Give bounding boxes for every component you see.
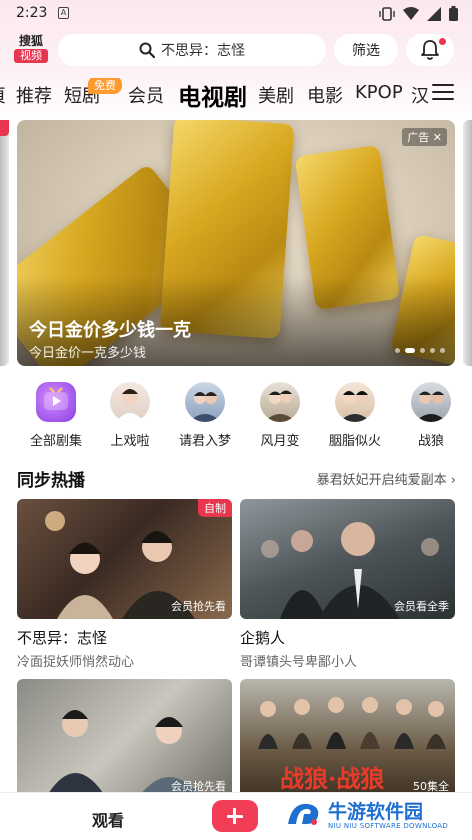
category-zhanlang[interactable]: 战狼: [397, 382, 465, 449]
video-card[interactable]: 自制 会员抢先看 不思异：志怪 冷面捉妖师悄然动心: [17, 499, 232, 670]
section-title: 同步热播: [17, 471, 85, 491]
tv-icon: [36, 382, 76, 422]
video-thumbnail: 战狼·战狼 50集全: [240, 679, 455, 799]
avatar: [110, 382, 150, 422]
category-label: 请君入梦: [178, 434, 231, 449]
status-time: 2:23: [16, 5, 48, 21]
category-qingjun[interactable]: 请君入梦: [171, 382, 239, 449]
banner-next-peek[interactable]: [463, 120, 472, 366]
video-card[interactable]: 会员抢先看: [17, 679, 232, 799]
category-label: 战狼: [417, 434, 444, 449]
notification-button[interactable]: [406, 34, 454, 66]
create-button[interactable]: [212, 800, 258, 832]
app-logo[interactable]: 搜狐 视频: [14, 34, 48, 63]
tab-partial-left[interactable]: 頁: [0, 82, 6, 108]
video-card[interactable]: 战狼·战狼 50集全: [240, 679, 455, 799]
tab-kpop[interactable]: KPOP: [355, 82, 403, 103]
video-overlay-text: 会员抢先看: [171, 600, 226, 613]
original-badge: 自制: [198, 499, 232, 517]
banner-subtitle: 今日金价一克多少钱: [29, 346, 147, 361]
avatar: [260, 382, 300, 422]
category-label: 全部剧集: [29, 434, 82, 449]
filter-button[interactable]: 筛选: [334, 34, 398, 66]
sim-icon: A: [58, 7, 69, 19]
wifi-icon: [403, 7, 419, 20]
nav-watch[interactable]: 观看: [92, 807, 124, 831]
watermark-subtitle: NIU NIU SOFTWARE DOWNLOAD: [328, 822, 449, 830]
search-bar[interactable]: 不思异：志怪: [58, 34, 326, 66]
video-overlay-text: 会员看全季: [394, 600, 449, 613]
signal-icon: [427, 6, 441, 21]
category-label: 上戏啦: [110, 434, 150, 449]
avatar: [335, 382, 375, 422]
status-icons: [379, 6, 458, 21]
avatar: [411, 382, 451, 422]
bell-icon: [421, 40, 439, 60]
search-icon: [139, 42, 155, 58]
ad-label[interactable]: 广告 ✕: [402, 128, 447, 146]
carousel-dots: [395, 348, 445, 353]
video-description: 冷面捉妖师悄然动心: [17, 655, 135, 670]
video-thumbnail: 会员抢先看: [17, 679, 232, 799]
tab-recommend[interactable]: 推荐: [16, 82, 52, 108]
logo-text-bottom: 视频: [14, 49, 48, 63]
category-yanzhi[interactable]: 胭脂似火: [321, 382, 389, 449]
notification-dot: [439, 38, 446, 45]
tab-tv-series[interactable]: 电视剧: [178, 78, 247, 112]
banner-prev-peek[interactable]: [0, 120, 9, 366]
menu-icon[interactable]: [432, 84, 454, 102]
status-bar: 2:23 A: [0, 0, 472, 28]
watermark: 牛游软件园 NIU NIU SOFTWARE DOWNLOAD: [272, 794, 464, 836]
channel-tabs: 頁 推荐 短剧 免费 会员 电视剧 美剧 电影 KPOP 汉: [0, 78, 430, 112]
vibrate-icon: [379, 6, 395, 21]
search-placeholder: 不思异：志怪: [161, 43, 245, 59]
category-fengyuebian[interactable]: 风月变: [246, 382, 314, 449]
video-description: 哥谭镇头号卑鄙小人: [240, 655, 358, 670]
category-all-series[interactable]: 全部剧集: [22, 382, 90, 449]
watermark-title: 牛游软件园: [328, 801, 424, 823]
video-thumbnail: 会员看全季: [240, 499, 455, 619]
battery-icon: [449, 6, 458, 21]
free-badge: 免费: [88, 78, 122, 94]
tab-vip[interactable]: 会员: [128, 82, 164, 108]
tab-movies[interactable]: 电影: [307, 82, 343, 108]
video-thumbnail: 自制 会员抢先看: [17, 499, 232, 619]
tab-us-series[interactable]: 美剧: [258, 82, 294, 108]
tab-partial-right[interactable]: 汉: [411, 82, 429, 108]
banner-title: 今日金价多少钱一克: [29, 320, 191, 341]
video-title: 不思异：志怪: [17, 629, 108, 647]
video-title: 企鹅人: [240, 629, 286, 647]
category-shangxi[interactable]: 上戏啦: [96, 382, 164, 449]
logo-text-top: 搜狐: [18, 34, 43, 48]
category-label: 风月变: [260, 434, 300, 449]
avatar: [185, 382, 225, 422]
banner-ad[interactable]: 广告 ✕ 今日金价多少钱一克 今日金价一克多少钱: [17, 120, 455, 366]
svg-text:战狼·战狼: 战狼·战狼: [280, 764, 384, 793]
category-row: 全部剧集 上戏啦 请君入梦 风月变 胭脂似火 战狼: [0, 382, 472, 452]
category-label: 胭脂似火: [328, 434, 381, 449]
section-more-link[interactable]: 暴君妖妃开启纯爱副本 ›: [317, 469, 456, 488]
watermark-logo-icon: [288, 803, 319, 825]
video-card[interactable]: 会员看全季 企鹅人 哥谭镇头号卑鄙小人: [240, 499, 455, 670]
